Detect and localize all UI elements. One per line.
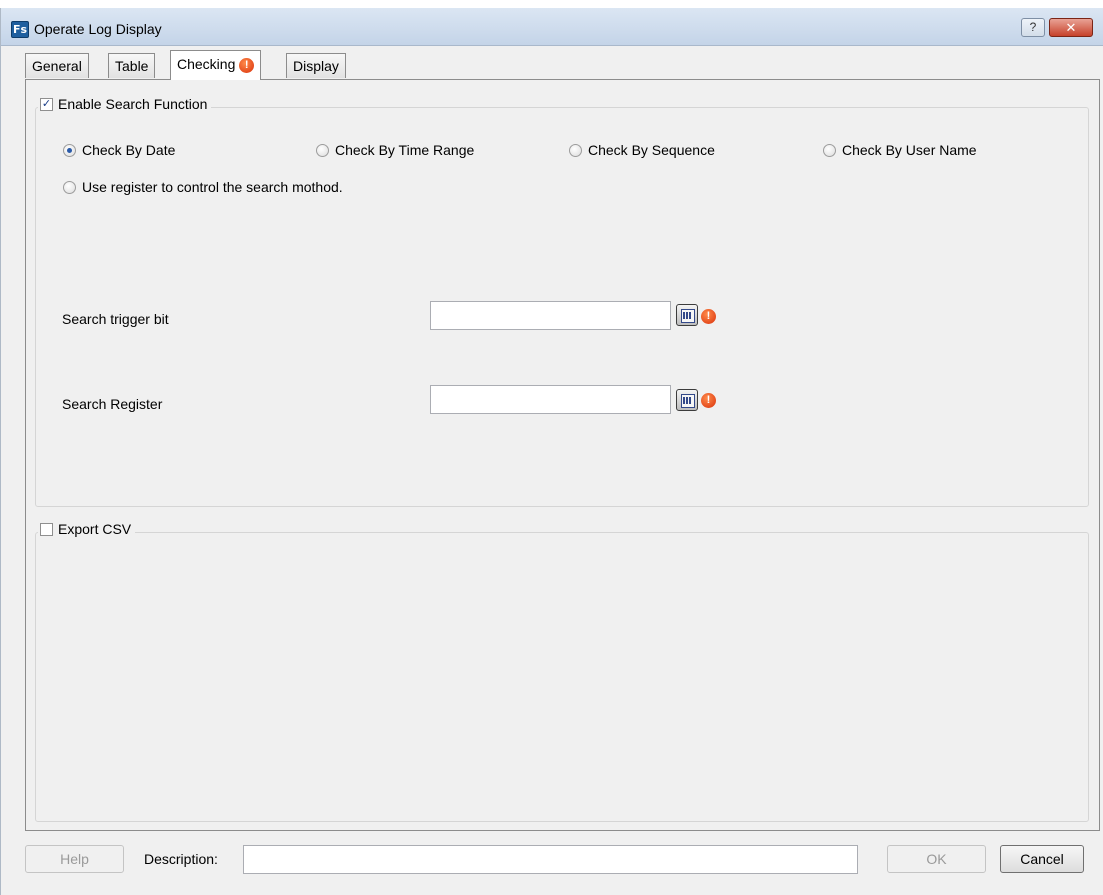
- tab-label: General: [32, 58, 82, 74]
- warning-icon: !: [239, 57, 255, 73]
- export-csv-label[interactable]: Export CSV: [58, 521, 131, 537]
- search-group-header: ✓ Enable Search Function: [38, 96, 212, 112]
- tab-label: Table: [115, 58, 149, 74]
- help-title-button[interactable]: ?: [1021, 18, 1045, 37]
- radio-indicator[interactable]: [63, 180, 76, 194]
- enable-search-label[interactable]: Enable Search Function: [58, 96, 207, 112]
- export-csv-checkbox[interactable]: [40, 522, 53, 536]
- radio-indicator[interactable]: [823, 143, 836, 157]
- export-csv-group: Export CSV: [35, 521, 1089, 822]
- radio-check-by-time-range[interactable]: Check By Time Range: [316, 142, 474, 158]
- radio-label[interactable]: Use register to control the search motho…: [82, 179, 343, 195]
- search-register-input[interactable]: [430, 385, 671, 414]
- radio-indicator[interactable]: [63, 143, 76, 157]
- radio-label[interactable]: Check By Sequence: [588, 142, 715, 158]
- help-button[interactable]: Help: [25, 845, 124, 873]
- window-title: Operate Log Display: [34, 21, 162, 37]
- search-trigger-bit-label: Search trigger bit: [62, 311, 169, 327]
- radio-indicator[interactable]: [569, 143, 582, 157]
- description-input[interactable]: [243, 845, 858, 874]
- radio-use-register[interactable]: Use register to control the search motho…: [63, 179, 343, 195]
- description-label: Description:: [144, 851, 218, 867]
- radio-label[interactable]: Check By User Name: [842, 142, 977, 158]
- app-icon: Fs: [11, 21, 29, 38]
- enable-search-checkbox[interactable]: ✓: [40, 97, 53, 111]
- tab-label: Checking: [177, 56, 236, 72]
- address-picker-icon[interactable]: [676, 304, 698, 326]
- tab-table[interactable]: Table: [108, 53, 156, 78]
- tab-label: Display: [293, 58, 339, 74]
- tab-panel-checking: ✓ Enable Search Function Check By Date C…: [25, 79, 1100, 831]
- search-group: ✓ Enable Search Function Check By Date C…: [35, 96, 1089, 507]
- search-register-label: Search Register: [62, 396, 163, 412]
- radio-check-by-user-name[interactable]: Check By User Name: [823, 142, 977, 158]
- radio-label[interactable]: Check By Time Range: [335, 142, 474, 158]
- radio-label[interactable]: Check By Date: [82, 142, 175, 158]
- radio-check-by-date[interactable]: Check By Date: [63, 142, 175, 158]
- tab-general[interactable]: General: [25, 53, 89, 78]
- ok-button[interactable]: OK: [887, 845, 986, 873]
- search-trigger-bit-input[interactable]: [430, 301, 671, 330]
- title-bar[interactable]: Fs Operate Log Display ? ✕: [1, 8, 1103, 46]
- cancel-button[interactable]: Cancel: [1000, 845, 1084, 873]
- radio-indicator[interactable]: [316, 143, 329, 157]
- warning-icon: !: [701, 309, 716, 324]
- tab-display[interactable]: Display: [286, 53, 346, 78]
- close-button[interactable]: ✕: [1049, 18, 1093, 37]
- tab-checking[interactable]: Checking !: [170, 50, 262, 80]
- export-csv-header: Export CSV: [38, 521, 136, 537]
- address-picker-icon[interactable]: [676, 389, 698, 411]
- radio-check-by-sequence[interactable]: Check By Sequence: [569, 142, 715, 158]
- warning-icon: !: [701, 393, 716, 408]
- close-icon: ✕: [1065, 20, 1077, 35]
